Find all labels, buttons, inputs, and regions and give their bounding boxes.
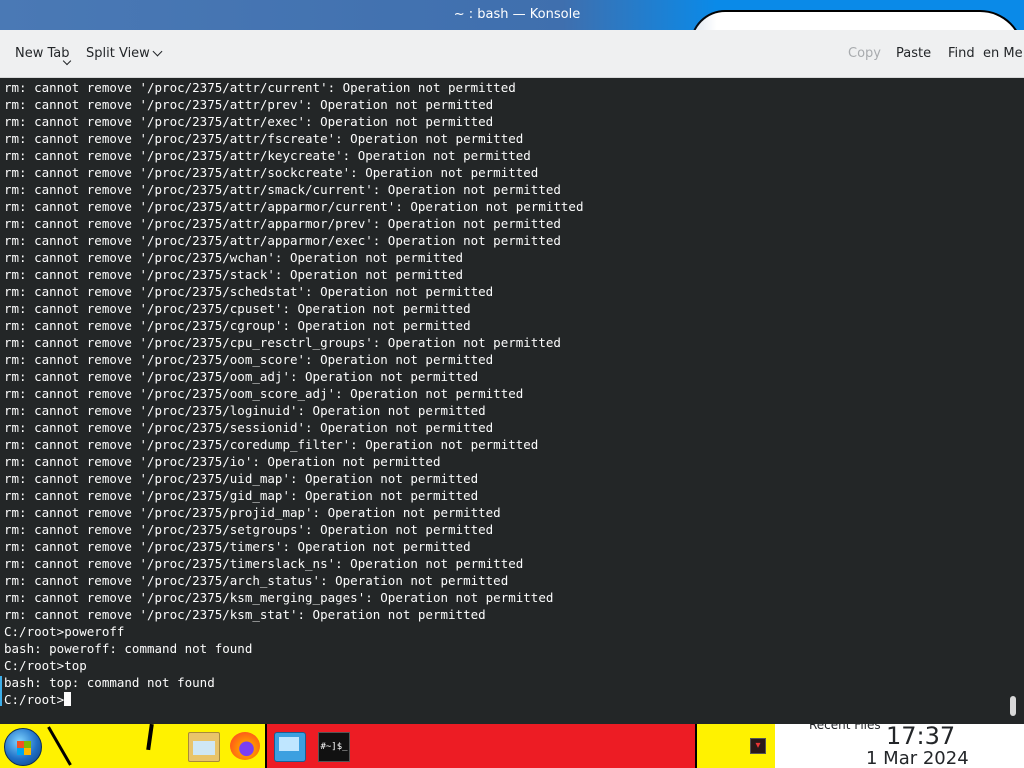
terminal-line: rm: cannot remove '/proc/2375/uid_map': … — [4, 471, 479, 486]
taskbar: #~]$_ ▾ Recent Files 17:37 1 Mar 2024 — [0, 724, 1024, 768]
terminal-line: rm: cannot remove '/proc/2375/gid_map': … — [4, 488, 479, 503]
terminal-line: rm: cannot remove '/proc/2375/oom_score_… — [4, 386, 524, 401]
clock-date[interactable]: 1 Mar 2024 — [866, 748, 969, 768]
firefox-icon[interactable] — [230, 732, 260, 760]
terminal-line: rm: cannot remove '/proc/2375/attr/appar… — [4, 216, 561, 231]
tray-icon[interactable]: ▾ — [750, 738, 766, 754]
terminal-line: rm: cannot remove '/proc/2375/loginuid':… — [4, 403, 486, 418]
menu-button[interactable]: en Me — [983, 30, 1023, 77]
terminal-line: rm: cannot remove '/proc/2375/stack': Op… — [4, 267, 464, 282]
terminal-line: rm: cannot remove '/proc/2375/oom_adj': … — [4, 369, 479, 384]
new-tab-button[interactable]: New Tab — [15, 30, 70, 77]
terminal-line: rm: cannot remove '/proc/2375/projid_map… — [4, 505, 501, 520]
paste-button[interactable]: Paste — [896, 30, 931, 77]
terminal-line: C:/root>top — [4, 658, 87, 673]
terminal-output[interactable]: rm: cannot remove '/proc/2375/attr/curre… — [0, 78, 1024, 724]
terminal-line: bash: poweroff: command not found — [4, 641, 253, 656]
terminal-line: rm: cannot remove '/proc/2375/attr/exec'… — [4, 114, 494, 129]
toolbar: New Tab Split View Copy Paste Find en Me — [0, 30, 1024, 78]
terminal-line: rm: cannot remove '/proc/2375/attr/smack… — [4, 182, 561, 197]
terminal-line: C:/root>poweroff — [4, 624, 125, 639]
terminal-line: rm: cannot remove '/proc/2375/attr/appar… — [4, 199, 584, 214]
terminal-line: rm: cannot remove '/proc/2375/wchan': Op… — [4, 250, 464, 265]
terminal-line: rm: cannot remove '/proc/2375/oom_score'… — [4, 352, 494, 367]
title-bar[interactable]: ~ : bash — Konsole — [0, 0, 1024, 30]
copy-button[interactable]: Copy — [848, 30, 881, 77]
terminal-cursor — [64, 692, 72, 706]
chevron-down-icon[interactable] — [152, 46, 163, 57]
new-tab-label: New Tab — [15, 46, 70, 61]
start-icon[interactable] — [4, 728, 42, 766]
menu-label: en Me — [983, 46, 1023, 61]
terminal-line: rm: cannot remove '/proc/2375/ksm_mergin… — [4, 590, 554, 605]
terminal-line: rm: cannot remove '/proc/2375/setgroups'… — [4, 522, 494, 537]
terminal-line: rm: cannot remove '/proc/2375/timers': O… — [4, 539, 471, 554]
copy-label: Copy — [848, 46, 881, 61]
files-icon[interactable] — [188, 732, 220, 762]
terminal-line: rm: cannot remove '/proc/2375/io': Opera… — [4, 454, 441, 469]
terminal-line: rm: cannot remove '/proc/2375/attr/fscre… — [4, 131, 524, 146]
find-label: Find — [948, 46, 975, 61]
terminal-line: rm: cannot remove '/proc/2375/attr/keycr… — [4, 148, 531, 163]
paste-label: Paste — [896, 46, 932, 61]
selection-marker — [0, 676, 2, 706]
terminal-line: rm: cannot remove '/proc/2375/timerslack… — [4, 556, 524, 571]
terminal-prompt-line[interactable]: C:/root> — [4, 691, 583, 708]
terminal-line: rm: cannot remove '/proc/2375/attr/curre… — [4, 80, 516, 95]
clock-time[interactable]: 17:37 — [886, 724, 955, 750]
terminal-line: rm: cannot remove '/proc/2375/schedstat'… — [4, 284, 494, 299]
terminal-scrollbar[interactable] — [1010, 696, 1016, 716]
system-monitor-icon[interactable] — [274, 732, 306, 762]
terminal-line: rm: cannot remove '/proc/2375/cpu_resctr… — [4, 335, 561, 350]
terminal-line: rm: cannot remove '/proc/2375/sessionid'… — [4, 420, 494, 435]
konsole-window: ~ : bash — Konsole New Tab Split View Co… — [0, 0, 1024, 724]
recent-files-label[interactable]: Recent Files — [809, 724, 881, 732]
konsole-icon[interactable]: #~]$_ — [318, 732, 350, 762]
terminal-prompt: C:/root> — [4, 692, 65, 707]
terminal-line: bash: top: command not found — [4, 675, 215, 690]
terminal-line: rm: cannot remove '/proc/2375/cgroup': O… — [4, 318, 471, 333]
split-view-label: Split View — [86, 46, 150, 61]
find-button[interactable]: Find — [948, 30, 975, 77]
terminal-line: rm: cannot remove '/proc/2375/coredump_f… — [4, 437, 539, 452]
terminal-lines: rm: cannot remove '/proc/2375/attr/curre… — [4, 79, 583, 708]
start-flag-icon — [17, 748, 31, 755]
terminal-line: rm: cannot remove '/proc/2375/cpuset': O… — [4, 301, 471, 316]
terminal-line: rm: cannot remove '/proc/2375/arch_statu… — [4, 573, 509, 588]
terminal-line: rm: cannot remove '/proc/2375/attr/appar… — [4, 233, 561, 248]
terminal-line: rm: cannot remove '/proc/2375/ksm_stat':… — [4, 607, 486, 622]
split-view-button[interactable]: Split View — [86, 30, 150, 77]
window-title: ~ : bash — Konsole — [453, 7, 581, 22]
terminal-line: rm: cannot remove '/proc/2375/attr/prev'… — [4, 97, 494, 112]
terminal-line: rm: cannot remove '/proc/2375/attr/sockc… — [4, 165, 539, 180]
